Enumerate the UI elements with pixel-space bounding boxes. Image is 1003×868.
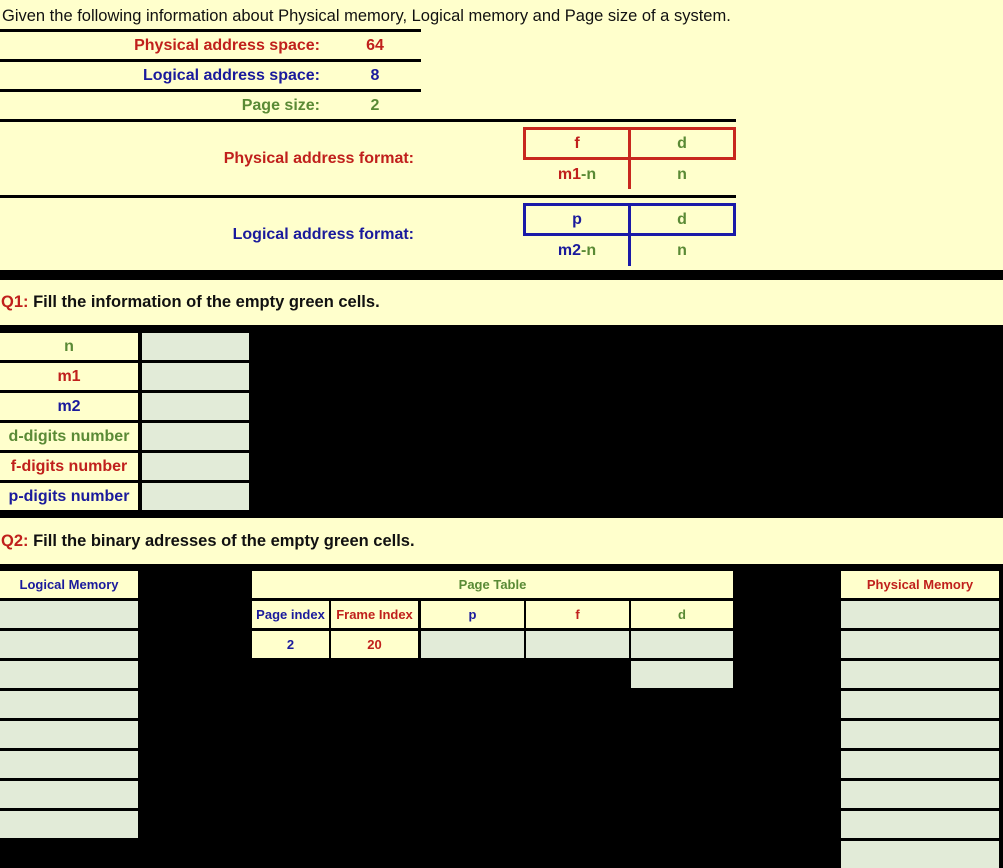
physical-memory-cell[interactable]: [841, 631, 999, 658]
intro-text: Given the following information about Ph…: [2, 6, 731, 25]
m1-text: m1: [557, 165, 581, 183]
physical-memory-cell[interactable]: [841, 811, 999, 838]
physical-format-d: d: [677, 134, 687, 152]
q1-row-label: d-digits number: [0, 423, 138, 450]
logical-memory-cell[interactable]: [0, 721, 138, 748]
physical-memory-cell[interactable]: [841, 841, 999, 868]
page-table-header-p: p: [421, 601, 524, 628]
q1-heading: Q1: Fill the information of the empty gr…: [0, 280, 1003, 325]
q2-text: Fill the binary adresses of the empty gr…: [28, 531, 415, 550]
q2-heading: Q2: Fill the binary adresses of the empt…: [0, 518, 1003, 564]
physical-memory-cell[interactable]: [841, 691, 999, 718]
logical-memory-cell[interactable]: [0, 631, 138, 658]
page-table-title: Page Table: [252, 571, 733, 598]
page-table-header-frame-index: Frame Index: [331, 601, 418, 628]
q2-prefix: Q2:: [1, 531, 29, 550]
q1-row-label: p-digits number: [0, 483, 138, 510]
divider: [0, 119, 736, 122]
minus-n-text: -n: [581, 165, 597, 183]
q1-answer-cell[interactable]: [142, 393, 249, 420]
page-index-value: 2: [252, 631, 329, 658]
logical-space-value: 8: [370, 67, 380, 84]
physical-format-f-bits: m1 -n: [526, 161, 628, 188]
q1-answer-cell[interactable]: [142, 483, 249, 510]
logical-memory-cell[interactable]: [0, 781, 138, 808]
logical-memory-cell[interactable]: [0, 691, 138, 718]
logical-format-d: d: [677, 210, 687, 228]
minus-n-text: -n: [581, 241, 597, 259]
logical-format-d-bits: n: [677, 241, 687, 259]
physical-memory-cell[interactable]: [841, 661, 999, 688]
logical-memory-title: Logical Memory: [0, 571, 138, 598]
logical-memory-cell[interactable]: [0, 811, 138, 838]
q1-answer-cell[interactable]: [142, 363, 249, 390]
q1-row-label: n: [0, 333, 138, 360]
d-input-cell[interactable]: [631, 631, 733, 658]
physical-format-f: f: [574, 134, 580, 152]
logical-format-p-bits: m2 -n: [526, 237, 628, 264]
page-size-value: 2: [370, 97, 380, 114]
d-input-cell-2[interactable]: [631, 661, 733, 688]
q1-answer-cell[interactable]: [142, 333, 249, 360]
q1-prefix: Q1:: [1, 293, 29, 311]
p-input-cell[interactable]: [421, 631, 524, 658]
physical-memory-cell[interactable]: [841, 751, 999, 778]
q1-text: Fill the information of the empty green …: [28, 293, 380, 311]
logical-format-p: p: [572, 210, 582, 228]
q1-answer-cell[interactable]: [142, 423, 249, 450]
physical-space-label: Physical address space:: [134, 37, 320, 54]
logical-format-label: Logical address format:: [232, 226, 414, 243]
physical-memory-cell[interactable]: [841, 781, 999, 808]
logical-memory-cell[interactable]: [0, 601, 138, 628]
q1-row-label: m1: [0, 363, 138, 390]
physical-format-d-bits: n: [677, 165, 687, 183]
logical-memory-cell[interactable]: [0, 661, 138, 688]
m2-text: m2: [557, 241, 581, 259]
physical-memory-title: Physical Memory: [841, 571, 999, 598]
physical-memory-cell[interactable]: [841, 601, 999, 628]
page-size-label: Page size:: [241, 97, 320, 114]
page-table-header-page-index: Page index: [252, 601, 329, 628]
frame-index-value: 20: [331, 631, 418, 658]
q1-answer-cell[interactable]: [142, 453, 249, 480]
q1-row-label: m2: [0, 393, 138, 420]
physical-memory-cell[interactable]: [841, 721, 999, 748]
divider: [0, 195, 736, 198]
page-table-header-f: f: [526, 601, 629, 628]
q1-row-label: f-digits number: [0, 453, 138, 480]
physical-space-value: 64: [366, 37, 384, 54]
physical-format-label: Physical address format:: [223, 150, 414, 167]
divider: [0, 270, 1003, 278]
f-input-cell[interactable]: [526, 631, 629, 658]
logical-memory-cell[interactable]: [0, 751, 138, 778]
page-table-header-d: d: [631, 601, 733, 628]
logical-space-label: Logical address space:: [143, 67, 320, 84]
